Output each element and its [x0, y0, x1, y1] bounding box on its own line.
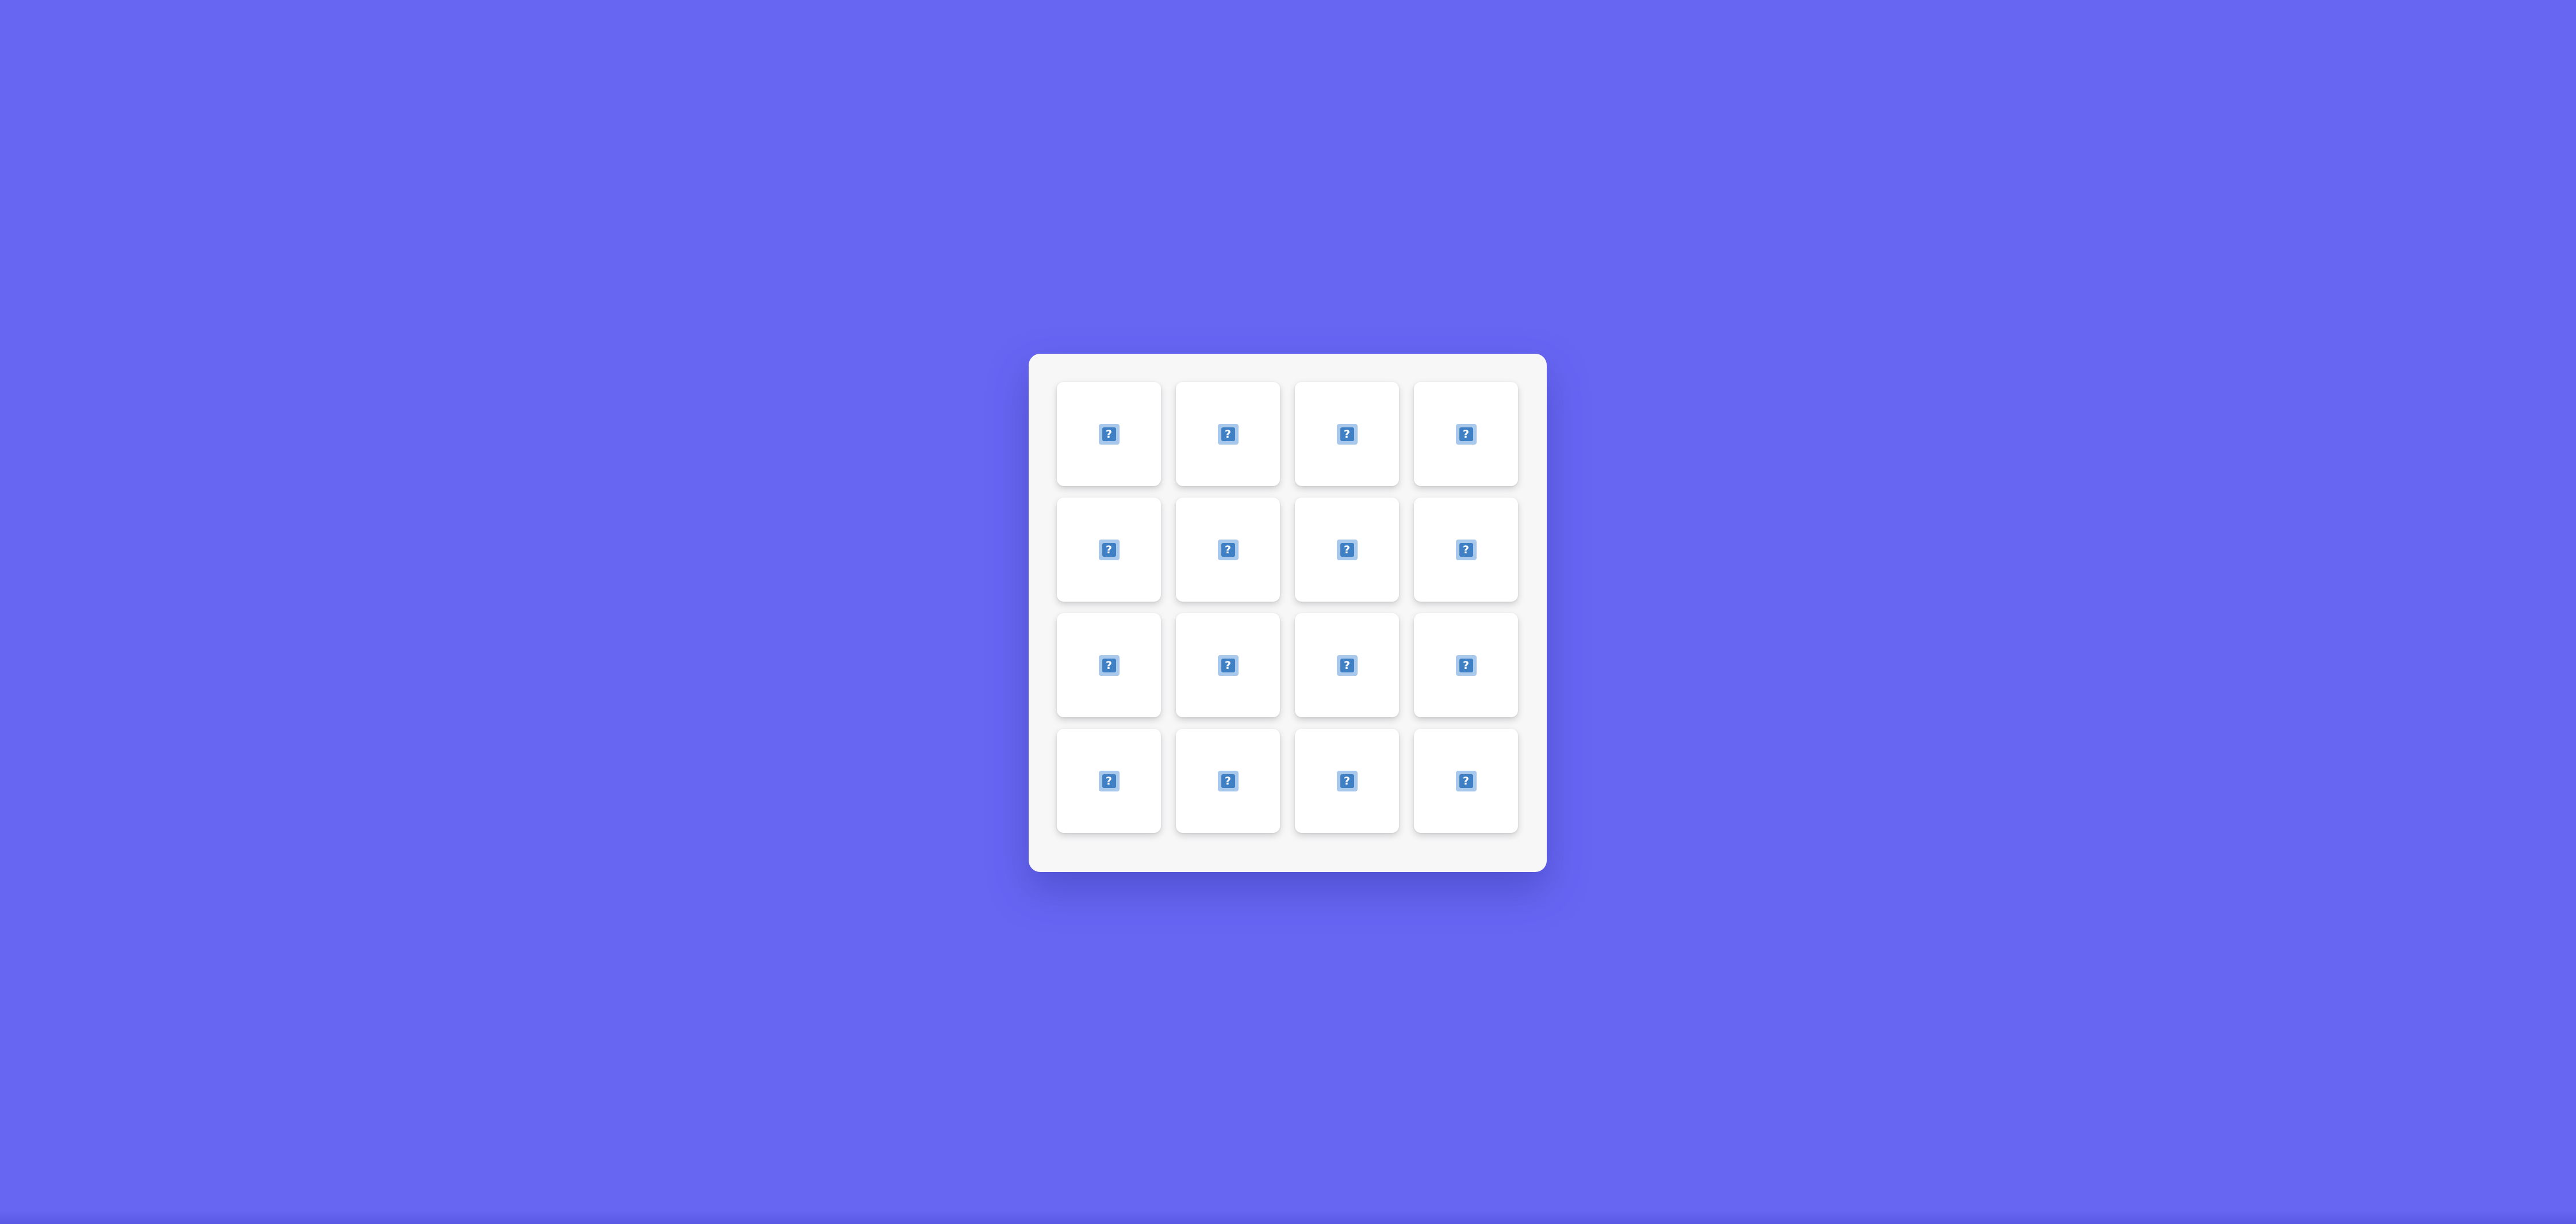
card-13[interactable]: ?: [1057, 729, 1161, 833]
question-mark-icon: ?: [1098, 423, 1120, 445]
card-4[interactable]: ?: [1414, 382, 1518, 486]
card-symbol: ?: [1102, 427, 1116, 441]
question-mark-icon: ?: [1098, 655, 1120, 676]
question-mark-icon: ?: [1336, 655, 1358, 676]
game-board: ? ? ? ? ? ? ? ? ? ? ? ? ? ? ? ?: [1029, 354, 1547, 872]
card-symbol: ?: [1102, 658, 1116, 672]
card-symbol: ?: [1102, 542, 1116, 557]
card-symbol: ?: [1221, 774, 1235, 788]
card-3[interactable]: ?: [1295, 382, 1399, 486]
card-symbol: ?: [1340, 542, 1354, 557]
card-7[interactable]: ?: [1295, 498, 1399, 602]
card-8[interactable]: ?: [1414, 498, 1518, 602]
card-symbol: ?: [1221, 658, 1235, 672]
card-12[interactable]: ?: [1414, 613, 1518, 717]
question-mark-icon: ?: [1455, 539, 1477, 560]
card-1[interactable]: ?: [1057, 382, 1161, 486]
card-symbol: ?: [1459, 427, 1473, 441]
card-15[interactable]: ?: [1295, 729, 1399, 833]
question-mark-icon: ?: [1217, 539, 1239, 560]
card-symbol: ?: [1221, 542, 1235, 557]
question-mark-icon: ?: [1098, 770, 1120, 791]
card-symbol: ?: [1459, 658, 1473, 672]
card-symbol: ?: [1459, 774, 1473, 788]
question-mark-icon: ?: [1336, 539, 1358, 560]
card-symbol: ?: [1221, 427, 1235, 441]
question-mark-icon: ?: [1455, 655, 1477, 676]
question-mark-icon: ?: [1217, 423, 1239, 445]
bottom-edge-shadow: [0, 1210, 2576, 1224]
question-mark-icon: ?: [1217, 770, 1239, 791]
card-symbol: ?: [1340, 774, 1354, 788]
card-16[interactable]: ?: [1414, 729, 1518, 833]
card-14[interactable]: ?: [1176, 729, 1280, 833]
question-mark-icon: ?: [1217, 655, 1239, 676]
card-10[interactable]: ?: [1176, 613, 1280, 717]
card-5[interactable]: ?: [1057, 498, 1161, 602]
card-symbol: ?: [1340, 427, 1354, 441]
card-symbol: ?: [1340, 658, 1354, 672]
card-symbol: ?: [1459, 542, 1473, 557]
card-6[interactable]: ?: [1176, 498, 1280, 602]
question-mark-icon: ?: [1098, 539, 1120, 560]
card-9[interactable]: ?: [1057, 613, 1161, 717]
card-symbol: ?: [1102, 774, 1116, 788]
question-mark-icon: ?: [1455, 770, 1477, 791]
card-11[interactable]: ?: [1295, 613, 1399, 717]
question-mark-icon: ?: [1336, 423, 1358, 445]
card-2[interactable]: ?: [1176, 382, 1280, 486]
question-mark-icon: ?: [1336, 770, 1358, 791]
question-mark-icon: ?: [1455, 423, 1477, 445]
